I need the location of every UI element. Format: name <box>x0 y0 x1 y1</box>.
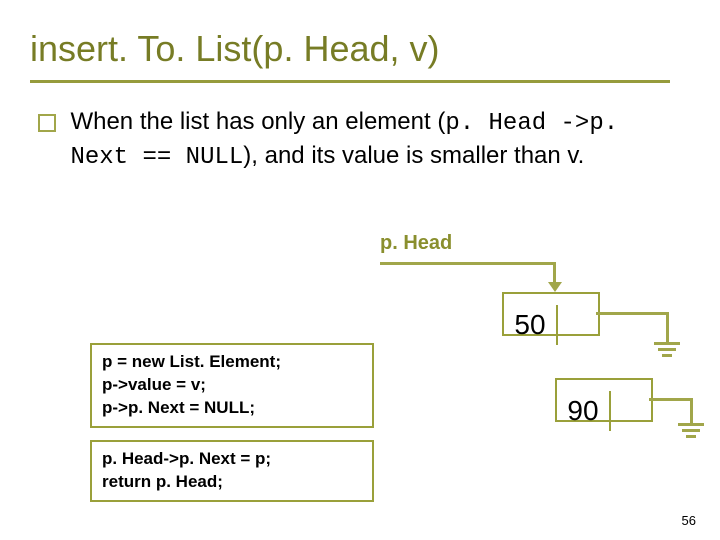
bullet-item: When the list has only an element (p. He… <box>38 106 678 175</box>
code-line: p = new List. Element; <box>102 351 362 374</box>
phead-arrow-tip-icon <box>548 282 562 292</box>
ground-icon <box>686 435 696 438</box>
page-number: 56 <box>682 513 696 528</box>
code-line: return p. Head; <box>102 471 362 494</box>
bullet-text: When the list has only an element (p. He… <box>70 106 670 175</box>
node-pointer-cell <box>558 294 598 334</box>
bullet-marker-icon <box>38 114 56 132</box>
ground-icon <box>682 429 700 432</box>
ground-icon <box>658 348 676 351</box>
code-line: p->p. Next = NULL; <box>102 397 362 420</box>
bullet-text-post: ), and its value is smaller than v. <box>243 142 584 169</box>
slide-title: insert. To. List(p. Head, v) <box>30 28 440 70</box>
slide: insert. To. List(p. Head, v) When the li… <box>0 0 720 540</box>
node-pointer-cell <box>611 380 651 420</box>
node90-link-h <box>649 398 692 401</box>
node-value: 50 <box>504 305 558 345</box>
ground-icon <box>654 342 680 345</box>
code-line: p. Head->p. Next = p; <box>102 448 362 471</box>
node50-link-v <box>666 312 669 342</box>
list-node-50: 50 <box>502 292 600 336</box>
node50-link-h <box>596 312 668 315</box>
code-line: p->value = v; <box>102 374 362 397</box>
node-value: 90 <box>557 391 611 431</box>
phead-arrow-h <box>380 262 555 265</box>
node90-link-v <box>690 398 693 423</box>
phead-label: p. Head <box>380 232 452 255</box>
title-underline <box>30 80 670 83</box>
ground-icon <box>662 354 672 357</box>
list-node-90: 90 <box>555 378 653 422</box>
phead-arrow-v <box>553 262 556 284</box>
code-block-1: p = new List. Element; p->value = v; p->… <box>90 343 374 428</box>
bullet-text-pre: When the list has only an element ( <box>70 108 445 135</box>
ground-icon <box>678 423 704 426</box>
code-block-2: p. Head->p. Next = p; return p. Head; <box>90 440 374 502</box>
